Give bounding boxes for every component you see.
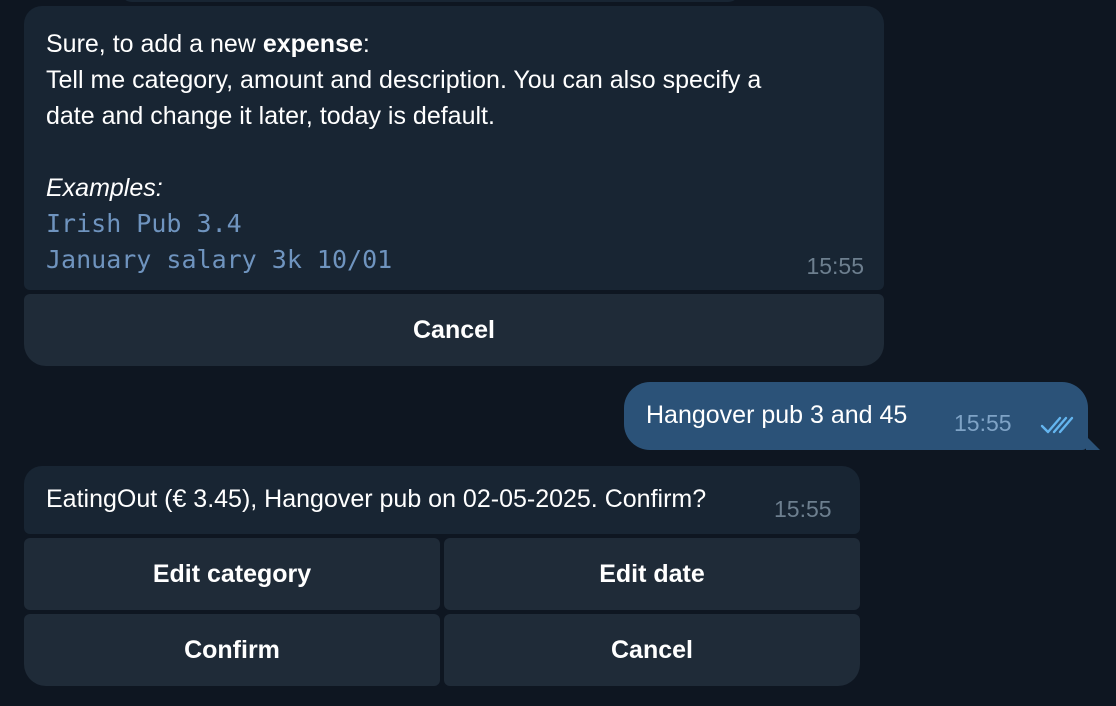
message-line-1-suffix: :	[362, 30, 370, 58]
confirm-message-text: EatingOut (€ 3.45), Hangover pub on 02-0…	[46, 485, 707, 513]
edit-category-button[interactable]: Edit category	[24, 538, 440, 610]
cancel-button[interactable]: Cancel	[24, 294, 884, 366]
expense-keyword: expense	[262, 30, 363, 58]
message-line-1: Sure, to add a new expense:	[46, 26, 862, 62]
user-message-text: Hangover pub 3 and 45	[646, 401, 908, 429]
confirm-button[interactable]: Confirm	[24, 614, 440, 686]
message-timestamp: 15:55	[774, 496, 832, 522]
message-line-1-prefix: Sure, to add a new	[46, 30, 263, 58]
message-timestamp: 15:55	[954, 410, 1012, 436]
bot-message-confirm: EatingOut (€ 3.45), Hangover pub on 02-0…	[24, 466, 860, 534]
chat-area: Sure, to add a new expense: Tell me cate…	[0, 0, 1116, 706]
examples-label: Examples:	[46, 174, 163, 202]
edit-date-button[interactable]: Edit date	[444, 538, 860, 610]
previous-message-edge	[120, 0, 740, 2]
example-code-2[interactable]: January salary 3k 10/01	[46, 242, 862, 278]
example-code-1[interactable]: Irish Pub 3.4	[46, 206, 862, 242]
user-message: Hangover pub 3 and 45 15:55	[624, 382, 1100, 450]
message-line-2: Tell me category, amount and description…	[46, 66, 762, 94]
message-line-3: date and change it later, today is defau…	[46, 102, 495, 130]
message-timestamp: 15:55	[806, 253, 864, 279]
bubble-tail	[1086, 436, 1100, 450]
double-check-icon	[1040, 416, 1074, 434]
cancel-button[interactable]: Cancel	[444, 614, 860, 686]
bot-message-add-expense: Sure, to add a new expense: Tell me cate…	[24, 6, 884, 290]
